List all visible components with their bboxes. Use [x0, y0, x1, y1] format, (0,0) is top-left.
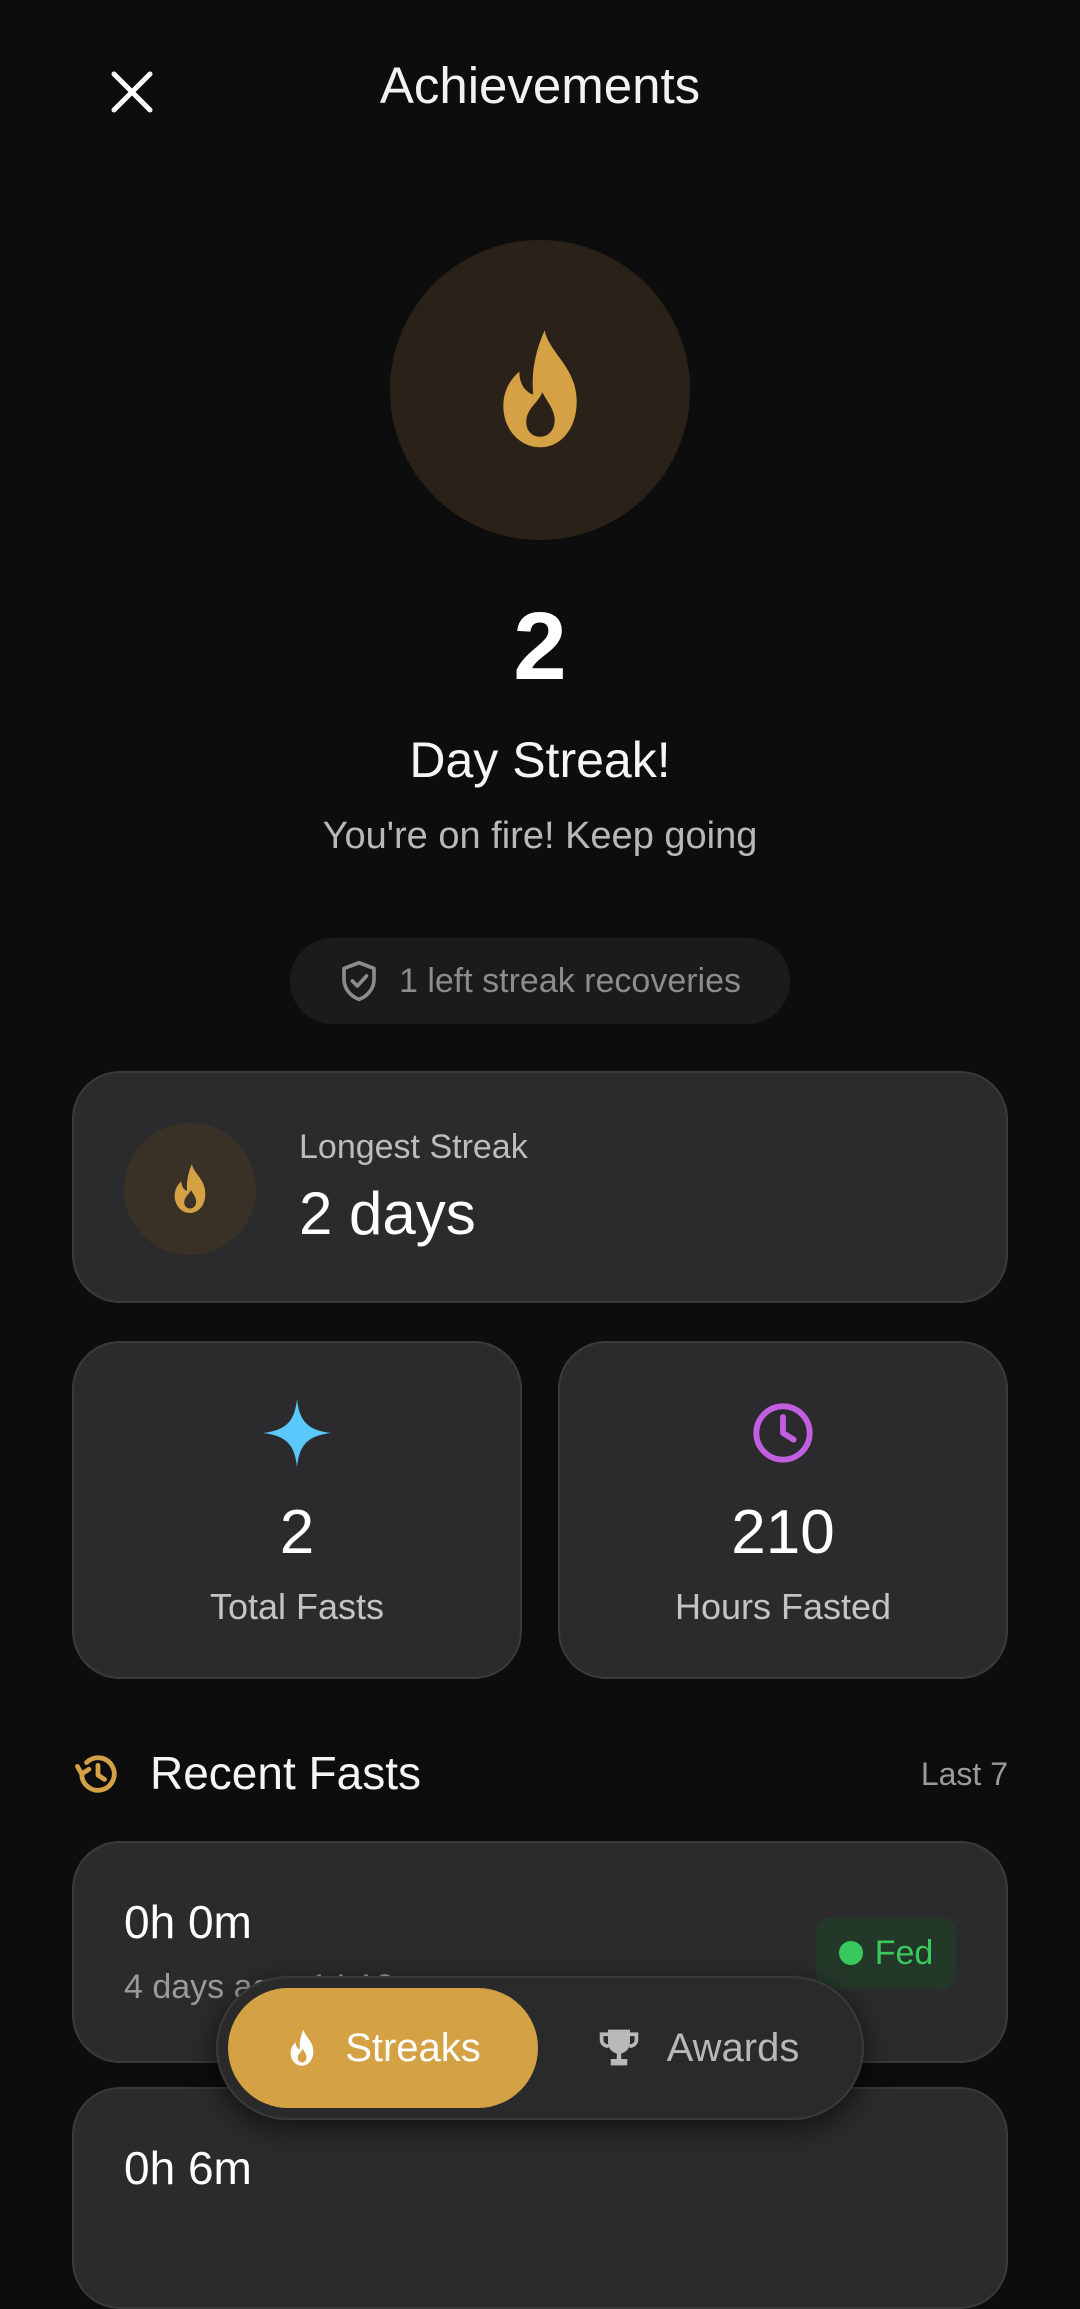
streak-flame-badge: [390, 240, 690, 540]
fast-duration: 0h 6m: [124, 2142, 252, 2194]
page-title: Achievements: [379, 57, 701, 114]
hours-fasted-label: Hours Fasted: [674, 1586, 892, 1627]
streak-label: Day Streak!: [409, 732, 671, 788]
flame-icon: [290, 2029, 314, 2066]
recent-fasts-title: Recent Fasts: [150, 1747, 421, 1799]
tab-streaks[interactable]: Streaks: [228, 1988, 538, 2108]
stat-icon-wrap: [74, 1395, 520, 1471]
sparkle-icon: [263, 1399, 331, 1467]
status-dot: [838, 1941, 863, 1965]
trophy-icon: [599, 2029, 638, 2066]
streak-count: 2: [513, 593, 567, 700]
tab-awards-label: Awards: [666, 2025, 800, 2070]
total-fasts-card: 2 Total Fasts: [72, 1341, 522, 1679]
flame-icon: [174, 1164, 206, 1213]
status-badge-label: Fed: [874, 1933, 934, 1972]
hours-fasted-value: 210: [731, 1498, 835, 1567]
longest-streak-card: Longest Streak 2 days: [72, 1071, 1008, 1303]
total-fasts-value: 2: [279, 1498, 315, 1567]
stat-icon-wrap: [560, 1395, 1006, 1471]
history-icon: [75, 1755, 117, 1793]
fast-duration: 0h 0m: [124, 1896, 252, 1948]
total-fasts-label: Total Fasts: [209, 1586, 385, 1627]
recent-fasts-range[interactable]: Last 7: [921, 1752, 1008, 1796]
streak-subtitle: You're on fire! Keep going: [322, 815, 758, 857]
list-item[interactable]: 0h 6m: [72, 2087, 1008, 2309]
streak-recovery-pill: 1 left streak recoveries: [290, 938, 790, 1024]
longest-streak-badge: [124, 1123, 256, 1255]
recovery-text: 1 left streak recoveries: [398, 961, 742, 1000]
shield-check-icon: [342, 960, 376, 1002]
tab-streaks-label: Streaks: [345, 2025, 481, 2070]
tab-awards[interactable]: Awards: [548, 1988, 848, 2108]
clock-icon: [753, 1403, 813, 1463]
hours-fasted-card: 210 Hours Fasted: [558, 1341, 1008, 1679]
flame-icon: [503, 330, 577, 448]
longest-streak-value: 2 days: [299, 1180, 476, 1247]
bottom-tab-bar: Streaks Awards: [216, 1976, 864, 2120]
longest-streak-label: Longest Streak: [299, 1128, 528, 1166]
status-badge: Fed: [816, 1917, 956, 1989]
